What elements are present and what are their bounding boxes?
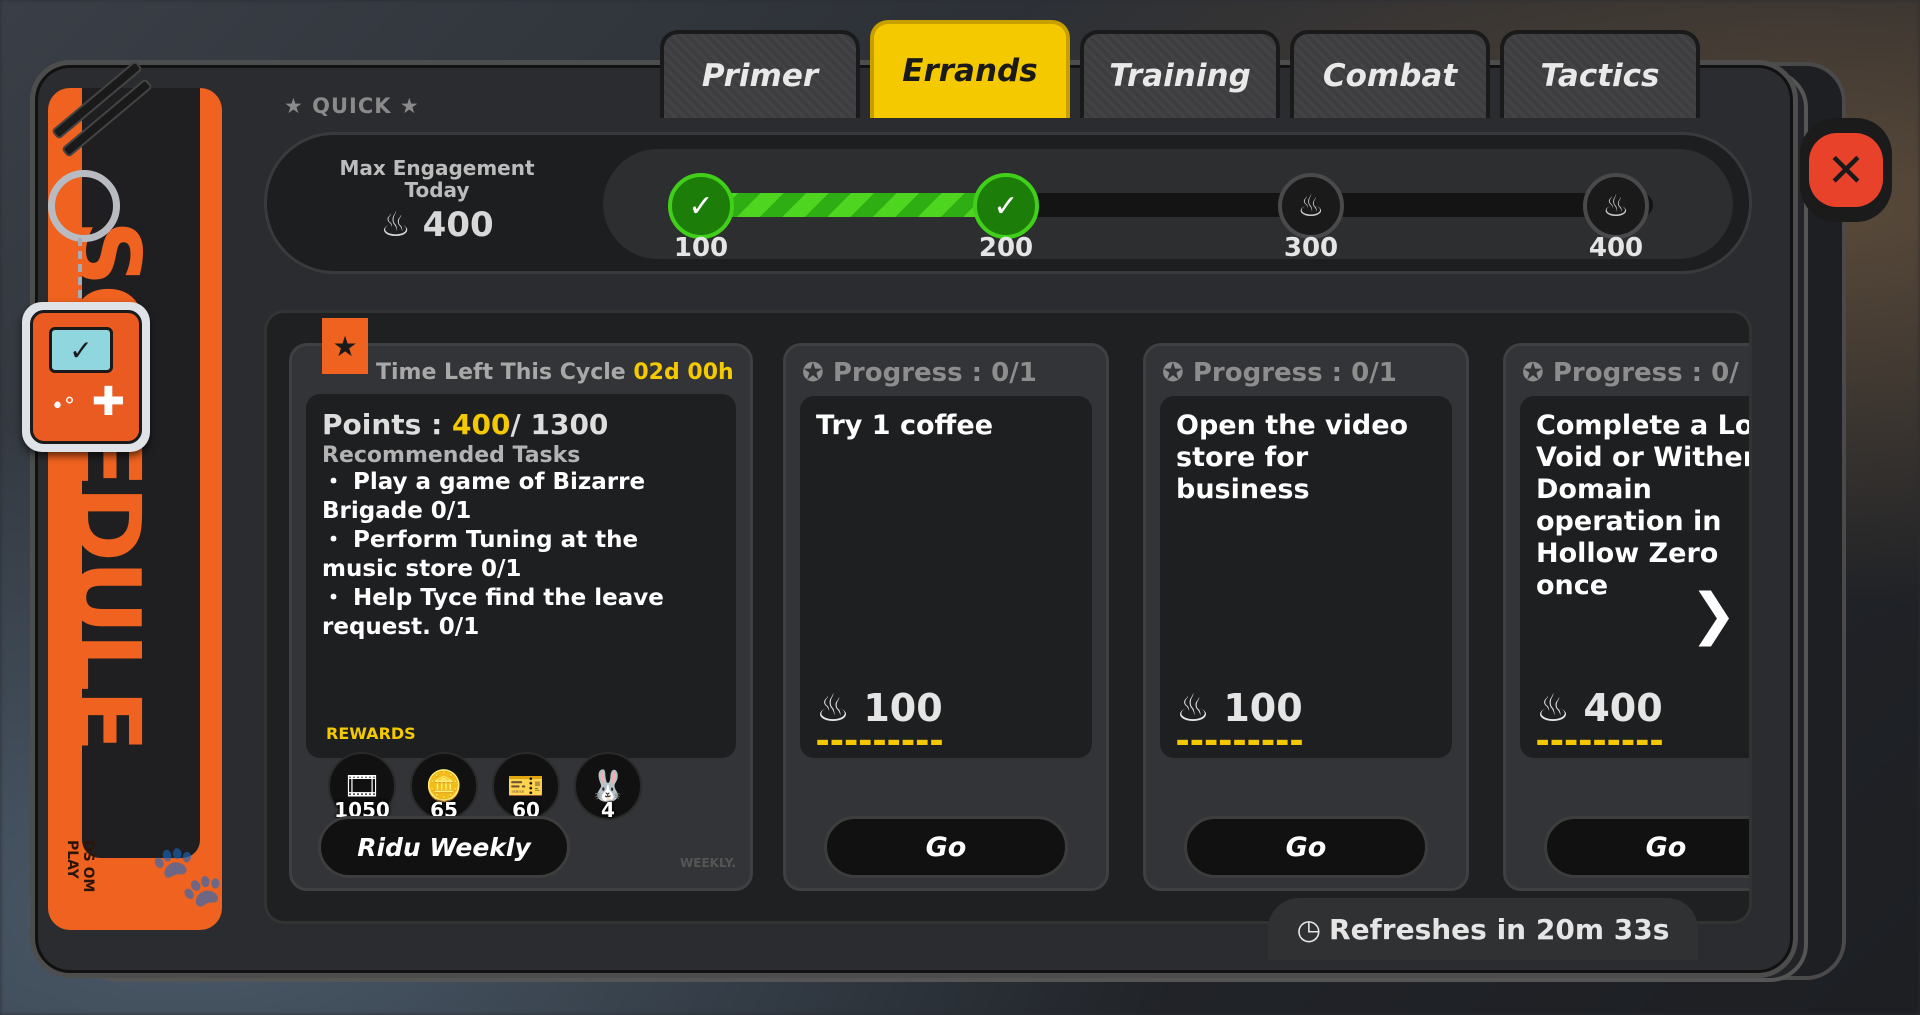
engagement-track: ✓ 100 ✓ 200 ♨ 300 ♨ 400 (603, 149, 1733, 263)
chain-icon (78, 238, 92, 298)
quick-label: ★ QUICK ★ (284, 94, 420, 118)
tab-bar: Primer Errands Training Combat Tactics (660, 20, 1700, 118)
check-icon: ✓ (688, 188, 714, 224)
reward-item[interactable]: 🐰 4 (574, 752, 642, 822)
task-decoration: ▬▬▬▬▬▬▬▬▬ (1176, 734, 1305, 750)
weekly-details: Points : 400/ 1300 Recommended Tasks ・ P… (306, 394, 736, 758)
side-subtitle: DS OM PLAY (64, 840, 96, 893)
check-icon: ✓ (993, 188, 1019, 224)
close-button[interactable]: ✕ (1800, 118, 1892, 222)
reward-item[interactable]: 🎞 1050 (328, 752, 396, 822)
task-points: ♨ 100 (816, 686, 943, 730)
milestone-label-300: 300 (1283, 233, 1339, 263)
milestone-label-100: 100 (673, 233, 729, 263)
reward-qty: 4 (601, 798, 615, 822)
next-arrow-icon[interactable]: ❯ (1690, 582, 1737, 647)
points-current: 400 (452, 408, 511, 441)
task-points-value: 100 (863, 686, 943, 730)
clock-icon: ◷ (1296, 912, 1322, 946)
recommended-title: Recommended Tasks (322, 443, 581, 468)
milestone-node-100[interactable]: ✓ (668, 173, 734, 239)
task-points: ♨ 100 (1176, 686, 1303, 730)
go-button[interactable]: Go (1544, 816, 1749, 878)
flame-icon: ♨ (1536, 686, 1571, 730)
task-progress: ✪ Progress : 0/ (1522, 358, 1739, 388)
tab-primer[interactable]: Primer (660, 30, 860, 118)
paw-icon: 🐾 (150, 841, 225, 911)
points-row: Points : 400/ 1300 (322, 408, 720, 441)
progress-icon: ✪ (1162, 358, 1184, 388)
gameboy-keychain-icon: ✓ •° ✚ (22, 302, 150, 452)
star-icon: ★ (322, 318, 368, 374)
task-progress-text: Progress : 0/1 (832, 358, 1037, 388)
task-body: Open the video store for business ♨ 100 … (1160, 396, 1452, 758)
rewards-label: REWARDS (326, 724, 416, 743)
task-description: Try 1 coffee (816, 410, 994, 441)
progress-icon: ✪ (802, 358, 824, 388)
task-progress-text: Progress : 0/1 (1192, 358, 1397, 388)
rewards-list: 🎞 1050 🪙 65 🎫 60 🐰 4 (328, 752, 642, 822)
refresh-timer: ◷ Refreshes in 20m 33s (1268, 898, 1698, 960)
time-left-label: Time Left This Cycle (376, 360, 626, 385)
milestone-label-200: 200 (978, 233, 1034, 263)
reward-item[interactable]: 🪙 65 (410, 752, 478, 822)
tab-training[interactable]: Training (1080, 30, 1280, 118)
task-points-value: 400 (1583, 686, 1663, 730)
milestone-label-400: 400 (1588, 233, 1644, 263)
points-label: Points : (322, 408, 443, 441)
time-left: Time Left This Cycle 02d 00h (376, 360, 734, 385)
engagement-value: ♨ 400 (287, 205, 587, 245)
refresh-text: Refreshes in 20m 33s (1329, 912, 1670, 946)
errands-content: ★ Time Left This Cycle 02d 00h Points : … (264, 310, 1752, 924)
task-decoration: ▬▬▬▬▬▬▬▬▬ (816, 734, 945, 750)
points-total: / 1300 (510, 408, 609, 441)
task-progress-text: Progress : 0/ (1552, 358, 1739, 388)
engagement-label-line1: Max Engagement (339, 156, 535, 180)
task-points-value: 100 (1223, 686, 1303, 730)
weekly-card: ★ Time Left This Cycle 02d 00h Points : … (289, 318, 753, 891)
task-points: ♨ 400 (1536, 686, 1663, 730)
task-progress: ✪ Progress : 0/1 (802, 358, 1037, 388)
engagement-bar: Max Engagement Today ♨ 400 ✓ 100 ✓ 200 ♨… (264, 132, 1752, 274)
flame-icon: ♨ (380, 205, 411, 245)
milestone-node-200[interactable]: ✓ (973, 173, 1039, 239)
tab-combat[interactable]: Combat (1290, 30, 1490, 118)
track-line (693, 193, 1653, 217)
task-decoration: ▬▬▬▬▬▬▬▬▬ (1536, 734, 1665, 750)
tab-errands[interactable]: Errands (870, 20, 1070, 118)
clip-icon (32, 60, 162, 170)
task-progress: ✪ Progress : 0/1 (1162, 358, 1397, 388)
progress-icon: ✪ (1522, 358, 1544, 388)
task-card: ✪ Progress : 0/1 Open the video store fo… (1143, 343, 1469, 891)
weekly-tag: WEEKLY. (680, 856, 736, 870)
keyring-icon (48, 170, 120, 242)
task-description: Complete a Lost Void or Withered Domain … (1536, 410, 1752, 601)
flame-icon: ♨ (1176, 686, 1211, 730)
task-body: Complete a Lost Void or Withered Domain … (1520, 396, 1752, 758)
task-card: ✪ Progress : 0/1 Try 1 coffee ♨ 100 ▬▬▬▬… (783, 343, 1109, 891)
engagement-value-text: 400 (422, 205, 494, 245)
ridu-weekly-button[interactable]: Ridu Weekly (318, 816, 570, 878)
recommended-task: ・ Play a game of Bizarre Brigade 0/1 (322, 469, 646, 524)
task-body: Try 1 coffee ♨ 100 ▬▬▬▬▬▬▬▬▬ (800, 396, 1092, 758)
reward-item[interactable]: 🎫 60 (492, 752, 560, 822)
task-description: Open the video store for business (1176, 410, 1409, 505)
flame-icon: ♨ (1602, 188, 1630, 224)
engagement-summary: Max Engagement Today ♨ 400 (287, 149, 587, 259)
engagement-label-line2: Today (404, 178, 470, 202)
milestone-node-300[interactable]: ♨ (1278, 173, 1344, 239)
milestone-node-400[interactable]: ♨ (1583, 173, 1649, 239)
go-button[interactable]: Go (824, 816, 1068, 878)
time-left-value: 02d 00h (633, 360, 734, 385)
flame-icon: ♨ (1297, 188, 1325, 224)
tab-tactics[interactable]: Tactics (1500, 30, 1700, 118)
track-fill (693, 193, 1006, 217)
recommended-task: ・ Help Tyce find the leave request. 0/1 (322, 585, 664, 640)
flame-icon: ♨ (816, 686, 851, 730)
close-icon: ✕ (1809, 133, 1883, 207)
go-button[interactable]: Go (1184, 816, 1428, 878)
recommended-task: ・ Perform Tuning at the music store 0/1 (322, 527, 639, 582)
